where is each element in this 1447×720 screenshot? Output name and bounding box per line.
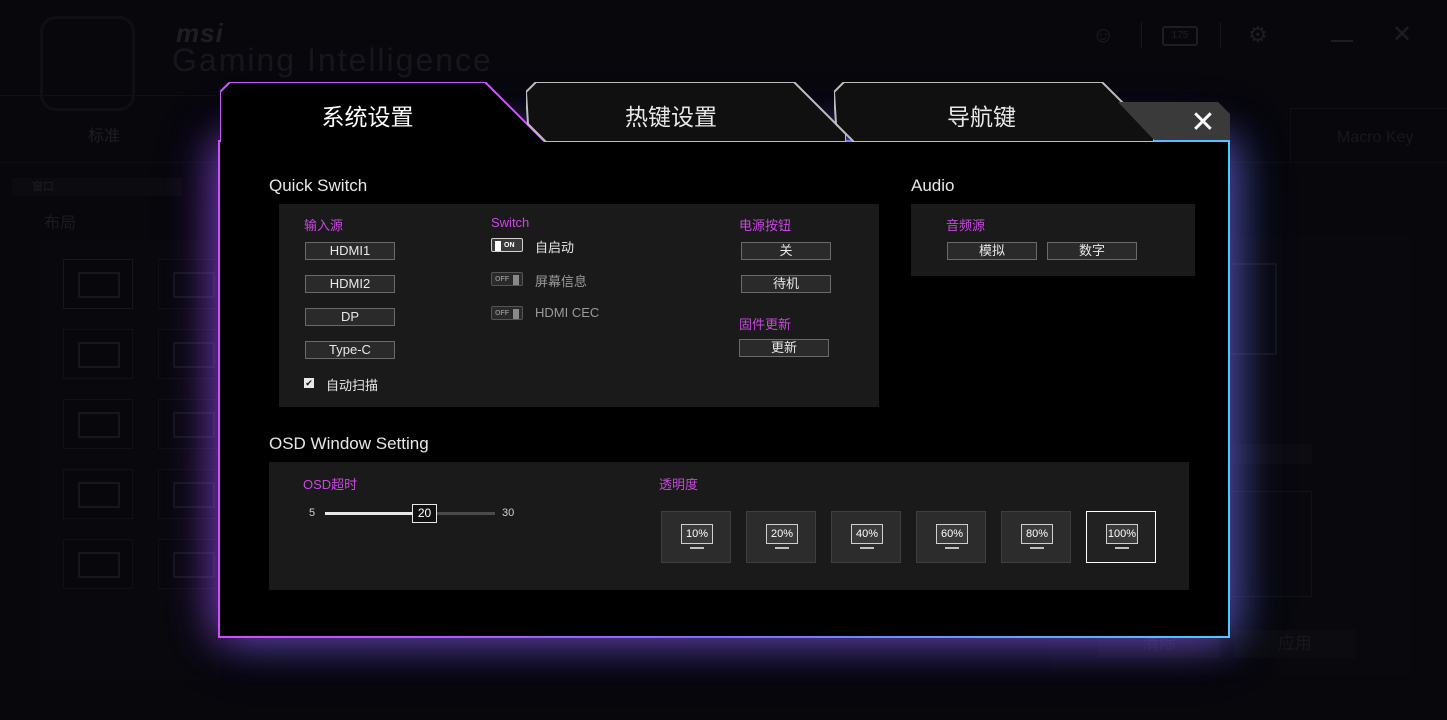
tab-hotkey-settings[interactable]: 热键设置 — [526, 82, 846, 142]
tab-macro-key[interactable]: Macro Key — [1290, 108, 1447, 163]
toggle-state: OFF — [495, 310, 509, 317]
monitor-icon: 40% — [851, 524, 883, 544]
power-button-label: 电源按钮 — [739, 218, 792, 233]
slider-thumb[interactable]: 20 — [412, 504, 437, 523]
auto-scan-checkbox[interactable]: ✔ — [304, 378, 314, 388]
osd-window-title: OSD Window Setting — [269, 434, 429, 453]
tab-navigation-keys[interactable]: 导航键 — [834, 82, 1154, 142]
audio-digital-button[interactable]: 数字 — [1047, 242, 1137, 260]
tab-standard-label: 标准 — [88, 128, 121, 145]
hdmi-cec-toggle[interactable]: OFF — [491, 306, 523, 320]
tab-standard[interactable]: 标准 — [0, 95, 215, 163]
screen-info-toggle[interactable]: OFF — [491, 272, 523, 286]
tab-system-settings-label: 系统设置 — [321, 104, 414, 130]
transparency-80-button[interactable]: 80% — [1001, 511, 1071, 563]
gear-icon[interactable]: ⚙ — [1248, 22, 1268, 48]
smiley-icon[interactable]: ☺ — [1092, 22, 1114, 48]
transparency-20-button[interactable]: 20% — [746, 511, 816, 563]
tab-system-settings[interactable]: 系统设置 — [220, 82, 545, 142]
brand-gaming-intelligence: Gaming Intelligence — [172, 42, 493, 78]
toggle-state: OFF — [495, 276, 509, 283]
transparency-40-button[interactable]: 40% — [831, 511, 901, 563]
preview-box — [1230, 491, 1312, 597]
monitor-stand — [775, 547, 789, 549]
power-standby-button[interactable]: 待机 — [741, 275, 831, 293]
hdmi-cec-label: HDMI CEC — [535, 305, 600, 320]
monitor-stand — [945, 547, 959, 549]
monitor-icon: 100% — [1106, 524, 1138, 544]
osd-timeout-slider[interactable] — [325, 512, 495, 515]
monitor-stand — [690, 547, 704, 549]
tab-navigation-keys-label: 导航键 — [947, 104, 1016, 130]
monitor-icon: 60% — [936, 524, 968, 544]
transparency-10-button[interactable]: 10% — [661, 511, 731, 563]
layout-option[interactable] — [63, 539, 133, 589]
preview-field — [1230, 444, 1312, 464]
auto-start-toggle[interactable]: ON — [491, 238, 523, 252]
apply-button[interactable]: 应用 — [1234, 630, 1356, 658]
window-label: 窗口 — [12, 178, 182, 196]
layout-option[interactable] — [63, 469, 133, 519]
minimize-icon[interactable] — [1331, 40, 1353, 42]
tab-macro-key-label: Macro Key — [1337, 129, 1414, 146]
auto-scan-label: 自动扫描 — [326, 378, 379, 393]
input-typec-button[interactable]: Type-C — [305, 341, 395, 359]
app-close-icon[interactable]: ✕ — [1392, 20, 1412, 49]
audio-analog-button[interactable]: 模拟 — [947, 242, 1037, 260]
switch-label: Switch — [491, 215, 530, 230]
input-dp-button[interactable]: DP — [305, 308, 395, 326]
quick-switch-title: Quick Switch — [269, 176, 368, 195]
close-icon[interactable]: ✕ — [1188, 108, 1218, 138]
toggle-state: ON — [504, 242, 515, 249]
screen-info-label: 屏幕信息 — [535, 274, 588, 289]
layout-option[interactable] — [63, 399, 133, 449]
layout-label: 布局 — [44, 215, 77, 232]
firmware-update-label: 固件更新 — [739, 317, 792, 332]
audio-source-label: 音频源 — [946, 218, 986, 233]
audio-title: Audio — [911, 176, 955, 195]
monitor-icon: 20% — [766, 524, 798, 544]
layout-option[interactable] — [63, 259, 133, 309]
input-hdmi1-button[interactable]: HDMI1 — [305, 242, 395, 260]
transparency-100-button[interactable]: 100% — [1086, 511, 1156, 563]
input-source-label: 输入源 — [304, 218, 344, 233]
monitor-preview-icon — [1225, 263, 1277, 355]
auto-start-label: 自启动 — [535, 240, 575, 255]
power-off-button[interactable]: 关 — [741, 242, 831, 260]
transparency-60-button[interactable]: 60% — [916, 511, 986, 563]
firmware-update-button[interactable]: 更新 — [739, 339, 829, 357]
monitor-icon: 10% — [681, 524, 713, 544]
input-hdmi2-button[interactable]: HDMI2 — [305, 275, 395, 293]
monitor-icon: 80% — [1021, 524, 1053, 544]
monitor-stand — [860, 547, 874, 549]
tab-hotkey-settings-label: 热键设置 — [625, 104, 717, 130]
refresh-rate-badge[interactable]: 175 — [1162, 26, 1198, 46]
slider-max-label: 30 — [502, 507, 515, 519]
layout-option[interactable] — [63, 329, 133, 379]
monitor-stand — [1115, 547, 1129, 549]
titlebar-separator — [1220, 22, 1221, 48]
slider-min-label: 5 — [309, 507, 316, 519]
titlebar-separator — [1141, 22, 1142, 48]
osd-timeout-label: OSD超时 — [303, 477, 358, 492]
monitor-stand — [1030, 547, 1044, 549]
transparency-label: 透明度 — [659, 477, 699, 492]
